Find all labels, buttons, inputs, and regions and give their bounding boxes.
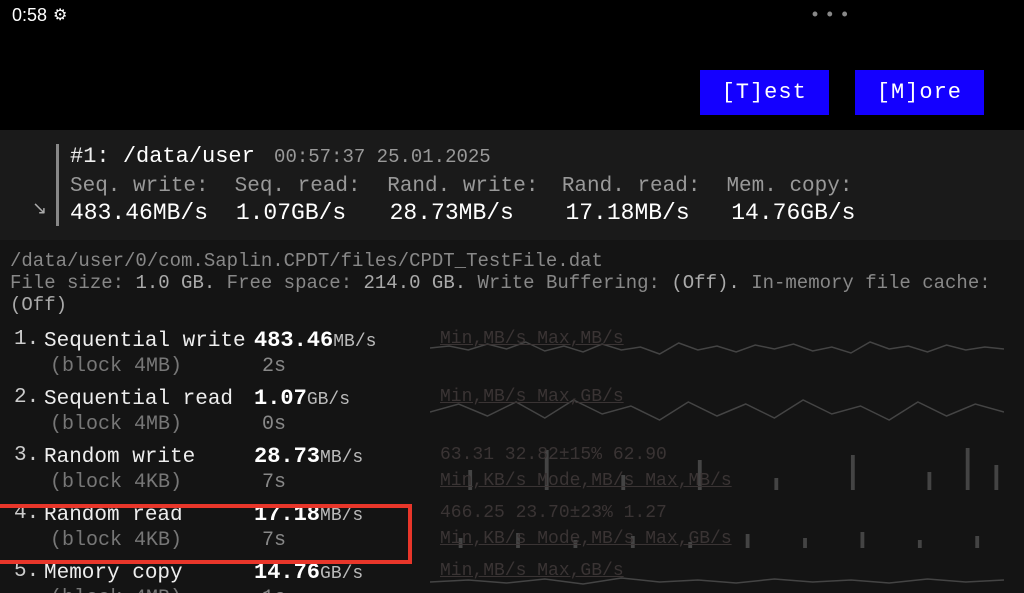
test-row-seq-read: 2.Sequential read1.07GB/s Min,MB/s Max,G… — [10, 382, 1014, 440]
row-name: Sequential read — [44, 388, 254, 411]
test-button[interactable]: [T]est — [700, 70, 829, 115]
run-summary: ↘ #1: /data/user 00:57:37 25.01.2025 Seq… — [0, 130, 1024, 240]
row-ghost: Min,MB/s Max,MB/s — [440, 326, 624, 352]
row-number: 5. — [14, 560, 44, 583]
more-button[interactable]: [M]ore — [855, 70, 984, 115]
row-number: 3. — [14, 444, 44, 467]
status-bar: 0:58 ⚙ — [0, 0, 1024, 30]
row-name: Memory copy — [44, 562, 254, 585]
cache-label: In-memory file cache: — [751, 272, 990, 294]
freespace-value: 214.0 GB. — [364, 272, 467, 294]
row-block: (block 4MB) — [50, 355, 262, 378]
writebuf-label: Write Buffering: — [478, 272, 660, 294]
mem-copy-label: Mem. copy: — [726, 175, 876, 198]
row-name: Sequential write — [44, 330, 254, 353]
test-row-seq-write: 1.Sequential write483.46MB/s Min,MB/s Ma… — [10, 324, 1014, 382]
freespace-label: Free space: — [227, 272, 352, 294]
cache-value: (Off) — [10, 294, 67, 316]
toolbar: [T]est [M]ore — [0, 30, 1024, 130]
row-block: (block 4MB) — [50, 413, 262, 436]
test-row-rand-write: 3.Random write28.73MB/s 63.31 32.82±15% … — [10, 440, 1014, 498]
config-line: File size: 1.0 GB. Free space: 214.0 GB.… — [10, 272, 1014, 316]
run-path: /data/user — [123, 144, 255, 169]
clock: 0:58 — [12, 5, 47, 26]
row-block: (block 4KB) — [50, 471, 262, 494]
test-row-rand-read: 4.Random read17.18MB/s 466.25 23.70±23% … — [10, 498, 1014, 556]
vertical-divider — [56, 144, 59, 226]
row-number: 4. — [14, 502, 44, 525]
metrics-value-row: 483.46MB/s 1.07GB/s 28.73MB/s 17.18MB/s … — [70, 200, 1008, 226]
rand-write-label: Rand. write: — [387, 175, 549, 198]
seq-read-label: Seq. read: — [235, 175, 375, 198]
filesize-value: 1.0 GB. — [135, 272, 215, 294]
row-value: 28.73MB/s — [254, 444, 404, 469]
seq-write-label: Seq. write: — [70, 175, 222, 198]
test-file-path: /data/user/0/com.Saplin.CPDT/files/CPDT_… — [10, 250, 1014, 272]
row-number: 1. — [14, 328, 44, 351]
gear-icon: ⚙ — [53, 5, 67, 25]
test-details: /data/user/0/com.Saplin.CPDT/files/CPDT_… — [0, 240, 1024, 593]
row-duration: 1s — [262, 587, 286, 593]
run-timestamp: 00:57:37 25.01.2025 — [274, 146, 491, 168]
overflow-menu-icon[interactable]: ••• — [810, 6, 854, 26]
row-duration: 7s — [262, 529, 286, 552]
run-title: #1: /data/user 00:57:37 25.01.2025 — [70, 144, 1008, 169]
row-number: 2. — [14, 386, 44, 409]
row-duration: 0s — [262, 413, 286, 436]
row-ghost: Min,MB/s Max,GB/s — [440, 558, 624, 584]
row-duration: 7s — [262, 471, 286, 494]
row-block: (block 4MB) — [50, 587, 262, 593]
row-name: Random read — [44, 504, 254, 527]
run-number: #1: — [70, 144, 110, 169]
row-value: 1.07GB/s — [254, 386, 404, 411]
row-duration: 2s — [262, 355, 286, 378]
mem-copy-value: 14.76GB/s — [731, 200, 881, 226]
rand-read-value: 17.18MB/s — [565, 200, 717, 226]
test-row-memory-copy: 5.Memory copy14.76GB/s Min,MB/s Max,GB/s… — [10, 556, 1014, 593]
row-ghost: 63.31 32.82±15% 62.90 Min,KB/s Mode,MB/s… — [440, 442, 732, 494]
row-name: Random write — [44, 446, 254, 469]
row-block: (block 4KB) — [50, 529, 262, 552]
row-value: 17.18MB/s — [254, 502, 404, 527]
rand-read-label: Rand. read: — [562, 175, 714, 198]
rand-write-value: 28.73MB/s — [390, 200, 552, 226]
row-ghost: Min,MB/s Max,GB/s — [440, 384, 624, 410]
writebuf-value: (Off). — [671, 272, 739, 294]
row-value: 14.76GB/s — [254, 560, 404, 585]
row-value: 483.46MB/s — [254, 328, 404, 353]
seq-write-value: 483.46MB/s — [70, 200, 222, 226]
filesize-label: File size: — [10, 272, 124, 294]
row-ghost: 466.25 23.70±23% 1.27 Min,KB/s Mode,MB/s… — [440, 500, 732, 552]
metrics-header-row: Seq. write: Seq. read: Rand. write: Rand… — [70, 175, 1008, 198]
chevron-down-icon[interactable]: ↘ — [32, 198, 47, 220]
seq-read-value: 1.07GB/s — [236, 200, 376, 226]
